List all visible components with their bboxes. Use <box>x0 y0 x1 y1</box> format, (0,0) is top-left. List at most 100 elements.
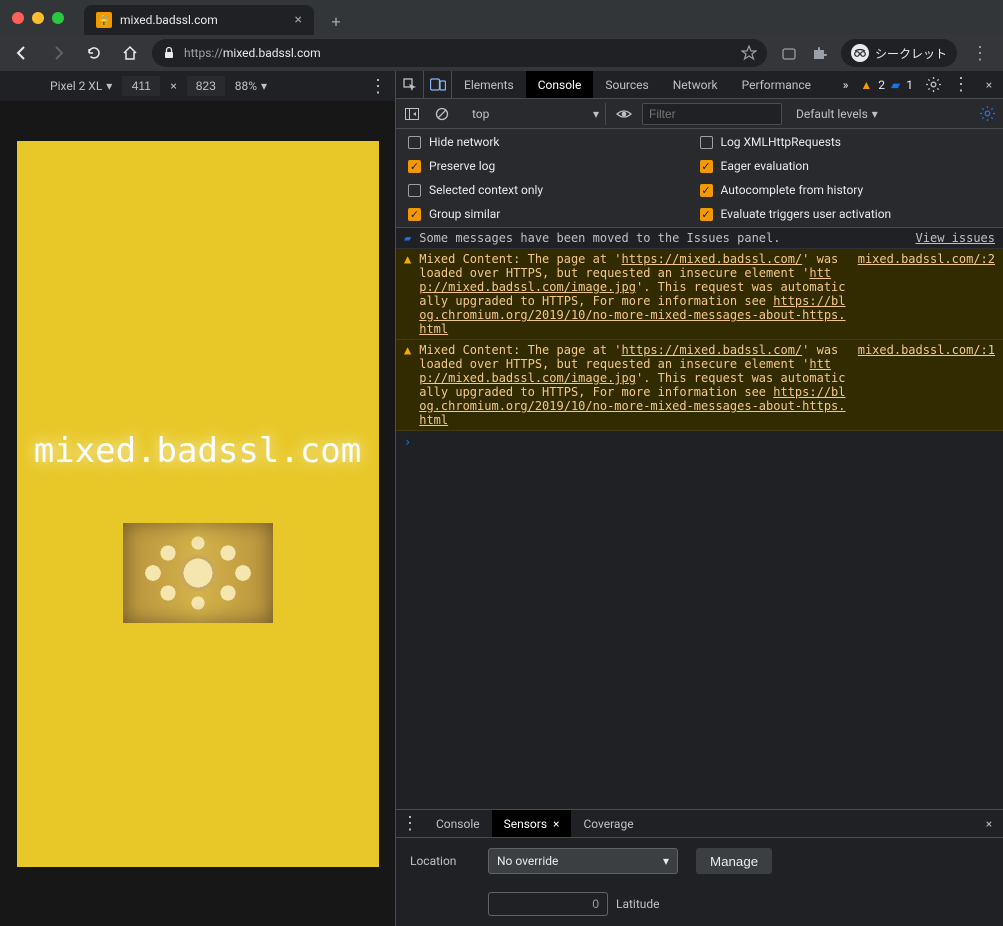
drawer-tab-console[interactable]: Console <box>424 810 492 837</box>
warn-message: Mixed Content: The page at 'https://mixe… <box>419 252 849 336</box>
page-heading: mixed.badssl.com <box>34 431 362 471</box>
device-selector[interactable]: Pixel 2 XL ▾ <box>50 79 112 93</box>
caret-down-icon: ▾ <box>261 79 267 93</box>
viewport-height-input[interactable] <box>187 76 225 96</box>
console-warn-row: ▲ Mixed Content: The page at 'https://mi… <box>396 249 1003 340</box>
maximize-window-button[interactable] <box>52 12 64 24</box>
close-window-button[interactable] <box>12 12 24 24</box>
drawer-close-button[interactable]: × <box>975 810 1003 837</box>
page-url-link[interactable]: https://mixed.badssl.com/ <box>622 343 803 357</box>
incognito-badge[interactable]: シークレット <box>841 39 957 67</box>
latitude-label: Latitude <box>616 897 660 911</box>
minimize-window-button[interactable] <box>32 12 44 24</box>
console-info-row: ▰ Some messages have been moved to the I… <box>396 228 1003 249</box>
info-badge-icon: ▰ <box>891 78 900 92</box>
opt-evaluate-triggers[interactable]: ✓Evaluate triggers user activation <box>700 207 992 221</box>
drawer-tab-sensors[interactable]: Sensors× <box>492 810 572 837</box>
tab-elements[interactable]: Elements <box>452 71 526 98</box>
device-preview-pane: Pixel 2 XL ▾ × 88% ▾ ⋮ mixed.badssl.com <box>0 71 395 926</box>
device-toolbar-menu[interactable]: ⋮ <box>369 76 387 97</box>
window-titlebar: 🔒 mixed.badssl.com × + <box>0 0 1003 35</box>
opt-selected-context[interactable]: Selected context only <box>408 183 700 197</box>
clear-console-button[interactable] <box>430 102 454 126</box>
forward-button[interactable] <box>44 39 72 67</box>
live-expression-button[interactable] <box>612 102 636 126</box>
opt-autocomplete[interactable]: ✓Autocomplete from history <box>700 183 992 197</box>
tab-title: mixed.badssl.com <box>120 13 218 27</box>
inspect-tool[interactable] <box>396 71 424 98</box>
view-issues-link[interactable]: View issues <box>916 231 995 245</box>
close-icon[interactable]: × <box>553 817 559 831</box>
arrow-left-icon <box>14 45 30 61</box>
devtools-drawer: ⋮ Console Sensors× Coverage × Location N… <box>396 809 1003 926</box>
devtools-close-button[interactable]: × <box>975 71 1003 98</box>
console-sidebar-toggle[interactable] <box>400 102 424 126</box>
execution-context-selector[interactable]: top ▾ <box>466 103 606 125</box>
console-toolbar: top ▾ Default levels ▾ <box>396 99 1003 129</box>
source-link[interactable]: mixed.badssl.com/:1 <box>858 343 995 357</box>
arrow-right-icon <box>50 45 66 61</box>
latitude-input[interactable] <box>488 892 608 916</box>
opt-hide-network[interactable]: Hide network <box>408 135 700 149</box>
opt-group-similar[interactable]: ✓Group similar <box>408 207 700 221</box>
viewport-width-input[interactable] <box>122 76 160 96</box>
lock-warning-icon: 🔒 <box>96 12 112 28</box>
devtools-menu[interactable]: ⋮ <box>947 71 975 98</box>
latitude-row: Latitude <box>488 892 989 916</box>
source-link[interactable]: mixed.badssl.com/:2 <box>858 252 995 266</box>
checkbox-checked-icon: ✓ <box>700 160 713 173</box>
browser-toolbar: https://mixed.badssl.com シークレット ⋮ <box>0 35 1003 71</box>
log-levels-selector[interactable]: Default levels ▾ <box>796 107 878 121</box>
url-text: https://mixed.badssl.com <box>184 46 321 60</box>
home-icon <box>122 45 138 61</box>
tab-sources[interactable]: Sources <box>593 71 660 98</box>
dimensions-x: × <box>170 79 176 93</box>
opt-log-xhr[interactable]: Log XMLHttpRequests <box>700 135 992 149</box>
browser-tab[interactable]: 🔒 mixed.badssl.com × <box>84 5 314 35</box>
chrome-menu-button[interactable]: ⋮ <box>971 43 989 64</box>
star-icon[interactable] <box>741 45 757 61</box>
checkbox-icon <box>408 136 421 149</box>
caret-down-icon: ▾ <box>593 107 599 121</box>
close-tab-icon[interactable]: × <box>295 12 302 28</box>
chevron-right-icon: › <box>404 435 411 449</box>
drawer-tab-coverage[interactable]: Coverage <box>571 810 645 837</box>
tab-performance[interactable]: Performance <box>730 71 823 98</box>
checkbox-checked-icon: ✓ <box>408 160 421 173</box>
incognito-icon <box>851 44 869 62</box>
info-icon: ▰ <box>404 231 411 245</box>
tab-console[interactable]: Console <box>526 71 594 98</box>
devtools-settings-button[interactable] <box>919 71 947 98</box>
checkbox-checked-icon: ✓ <box>408 208 421 221</box>
device-mode-toggle[interactable] <box>424 71 452 98</box>
home-button[interactable] <box>116 39 144 67</box>
back-button[interactable] <box>8 39 36 67</box>
console-prompt[interactable]: › <box>396 431 1003 453</box>
warning-triangle-icon: ▲ <box>860 78 872 92</box>
device-toolbar: Pixel 2 XL ▾ × 88% ▾ ⋮ <box>0 71 395 101</box>
issues-badges[interactable]: ▲2 ▰1 <box>854 71 919 98</box>
page-url-link[interactable]: https://mixed.badssl.com/ <box>622 252 803 266</box>
location-override-select[interactable]: No override ▾ <box>488 848 678 874</box>
devtools-tabs: Elements Console Sources Network Perform… <box>396 71 1003 99</box>
extensions-icon[interactable] <box>811 45 827 61</box>
opt-eager-eval[interactable]: ✓Eager evaluation <box>700 159 992 173</box>
address-bar[interactable]: https://mixed.badssl.com <box>152 39 767 67</box>
reload-button[interactable] <box>80 39 108 67</box>
tab-network[interactable]: Network <box>661 71 730 98</box>
console-settings-button[interactable] <box>975 102 999 126</box>
warning-triangle-icon: ▲ <box>404 343 411 357</box>
console-filter-input[interactable] <box>642 103 782 125</box>
drawer-tabs: ⋮ Console Sensors× Coverage × <box>396 810 1003 838</box>
rendered-viewport[interactable]: mixed.badssl.com <box>17 141 379 867</box>
manage-locations-button[interactable]: Manage <box>696 848 772 874</box>
zoom-selector[interactable]: 88% ▾ <box>235 79 267 93</box>
opt-preserve-log[interactable]: ✓Preserve log <box>408 159 700 173</box>
sensors-panel: Location No override ▾ Manage Latitude <box>396 838 1003 926</box>
caret-down-icon: ▾ <box>663 854 669 868</box>
devtools-more-tabs[interactable]: » <box>837 71 855 98</box>
share-icon[interactable] <box>781 45 797 61</box>
new-tab-button[interactable]: + <box>322 7 350 35</box>
caret-down-icon: ▾ <box>106 79 112 93</box>
drawer-menu-button[interactable]: ⋮ <box>396 810 424 837</box>
